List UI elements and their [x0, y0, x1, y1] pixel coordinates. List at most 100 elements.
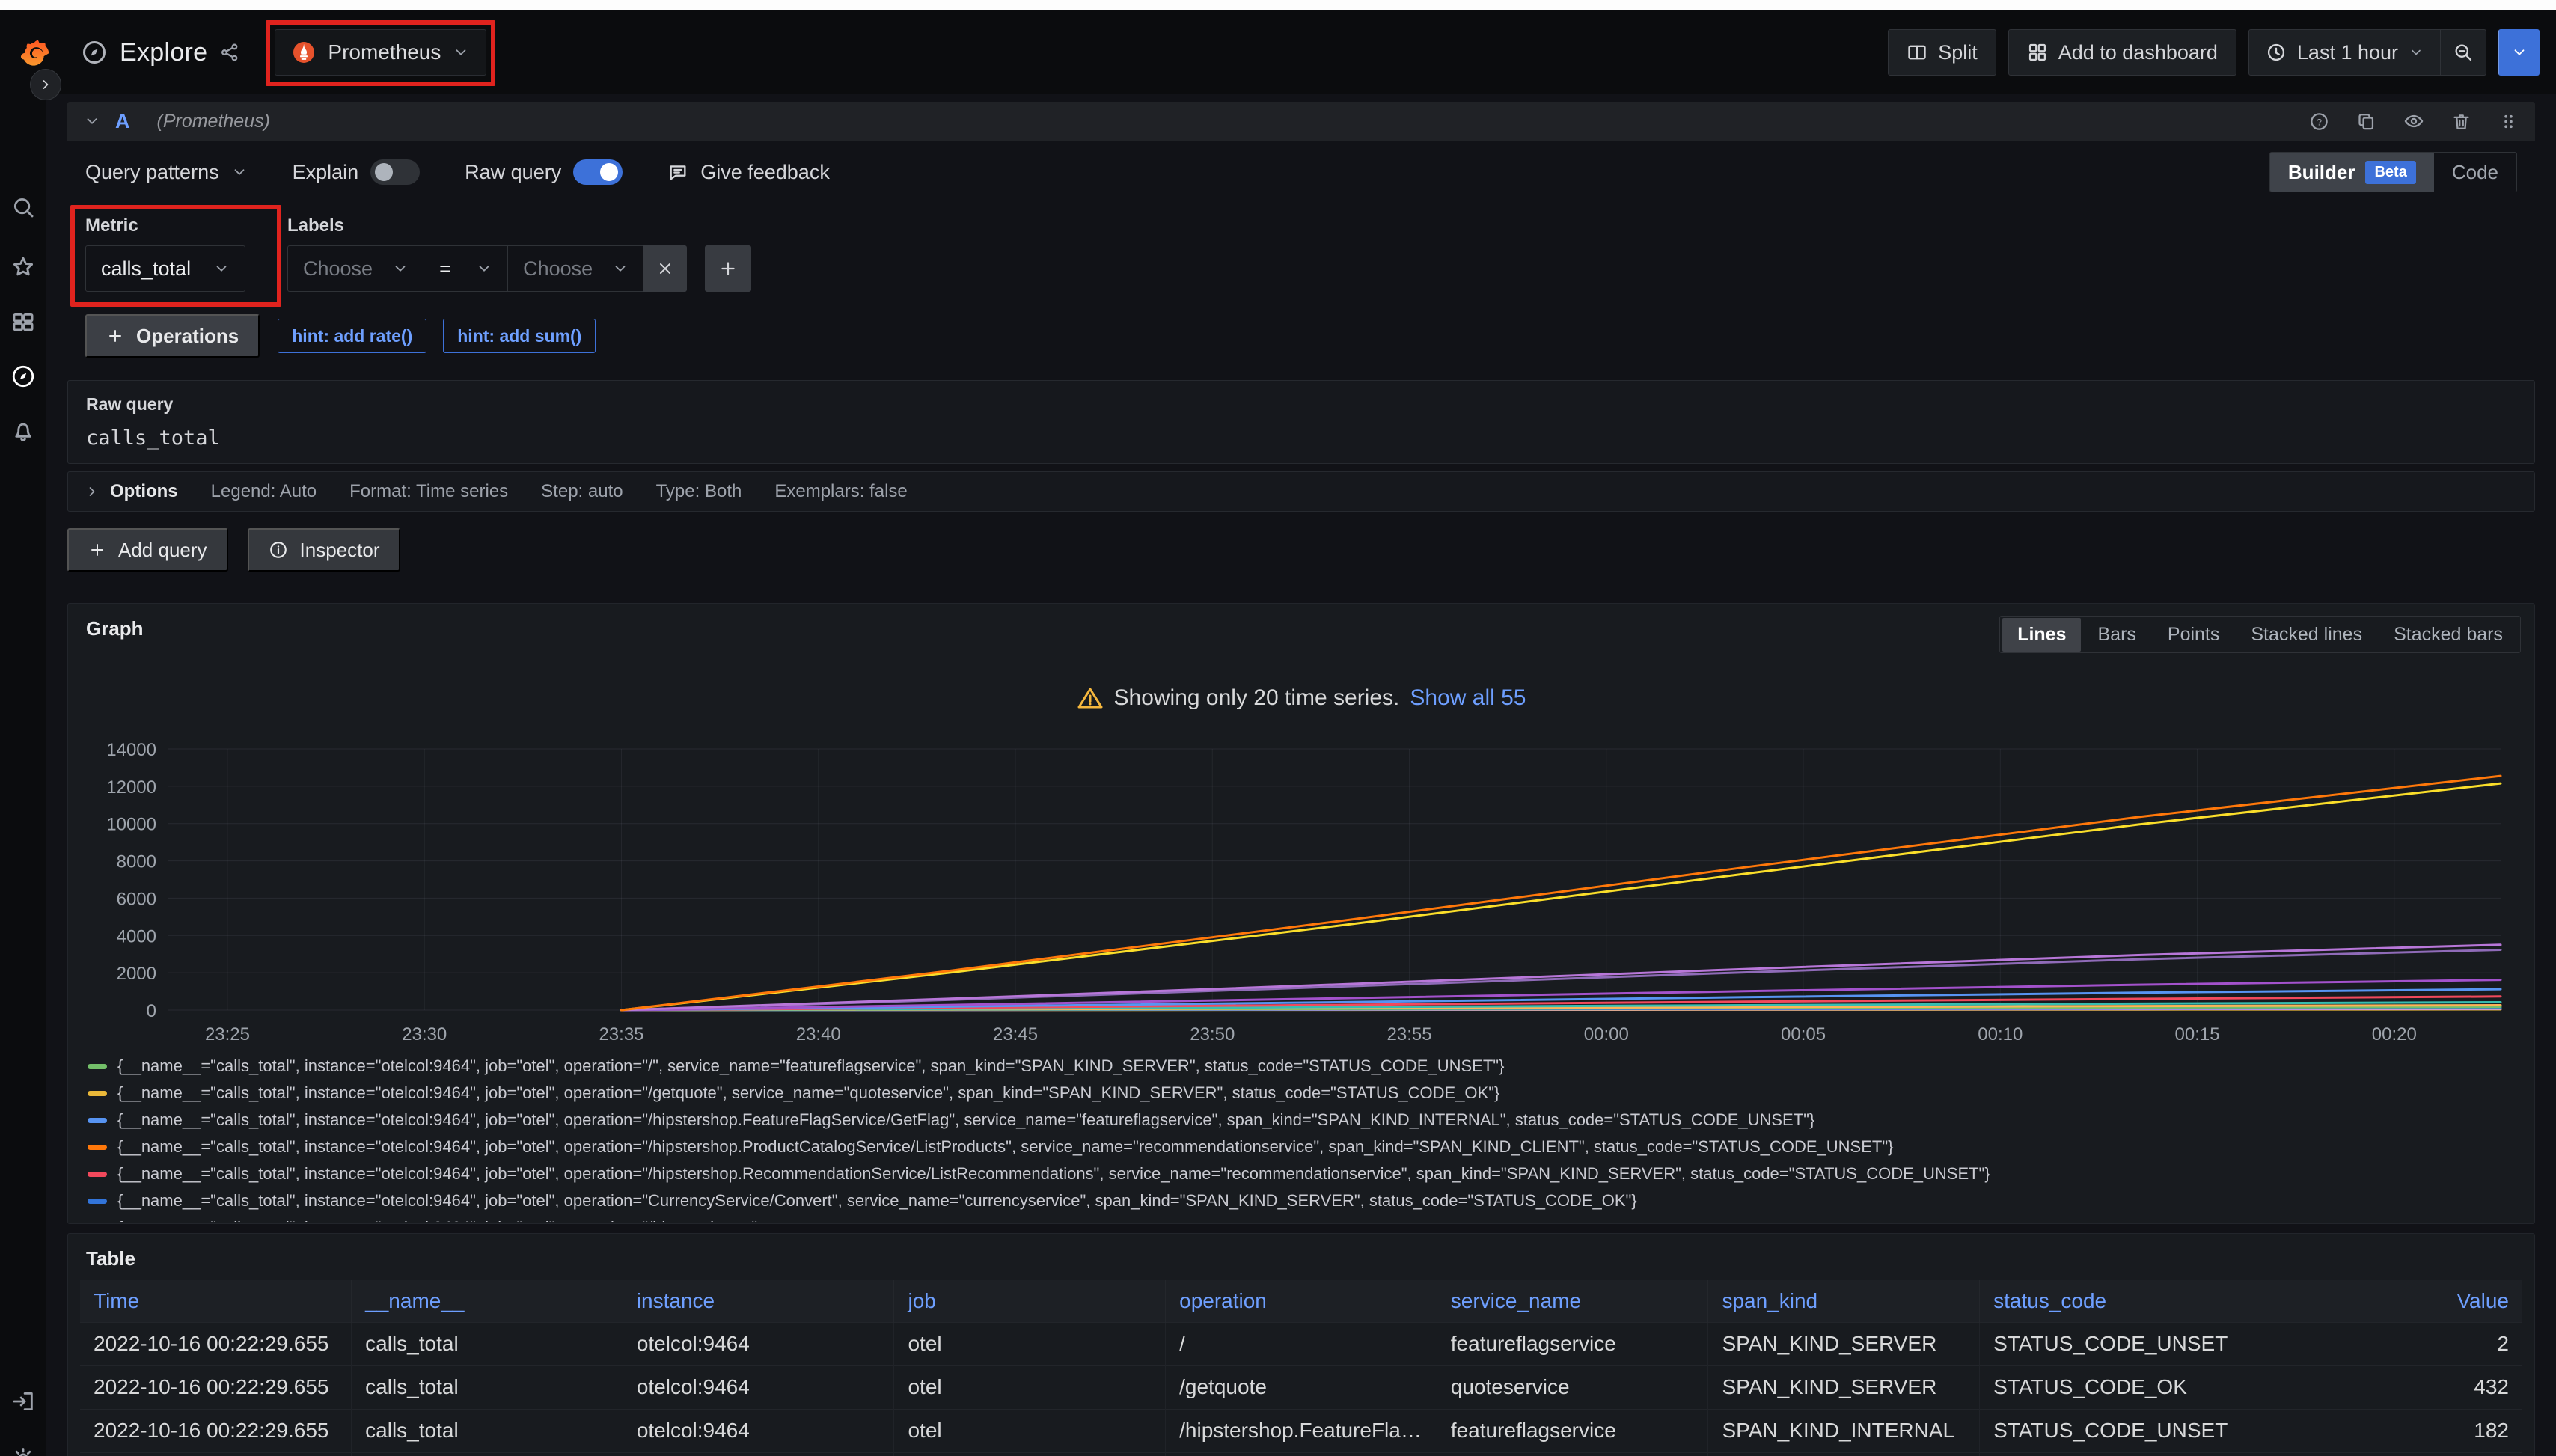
datasource-name: Prometheus: [328, 40, 441, 64]
column-header-instance[interactable]: instance: [623, 1280, 894, 1322]
time-range-button[interactable]: Last 1 hour: [2249, 30, 2440, 75]
search-icon[interactable]: [10, 195, 36, 220]
query-row-header[interactable]: A (Prometheus) ?: [67, 102, 2535, 141]
plus-icon: [88, 541, 106, 559]
legend-item-4[interactable]: {__name__="calls_total", instance="otelc…: [88, 1134, 2522, 1160]
svg-text:23:25: 23:25: [205, 1024, 250, 1044]
table-cell: /hipstershop.ProductCatalogS…: [1166, 1452, 1437, 1456]
copy-icon[interactable]: [2356, 111, 2376, 132]
builder-tab[interactable]: Builder Beta: [2270, 153, 2434, 192]
zoom-out-time-button[interactable]: [2440, 30, 2486, 75]
query-ref-id[interactable]: A: [115, 110, 130, 133]
table-cell: 2022-10-16 00:22:29.655: [80, 1409, 352, 1452]
compass-icon: [81, 39, 108, 66]
raw-query-label: Raw query: [465, 161, 561, 184]
explore-compass-icon[interactable]: [10, 364, 36, 389]
trash-icon[interactable]: [2451, 111, 2471, 132]
chevron-down-icon: [392, 260, 409, 277]
page-title: Explore: [120, 38, 207, 67]
hint-buttons: hint: add rate() hint: add sum(): [278, 319, 596, 353]
remove-label-filter-button[interactable]: [643, 245, 687, 292]
graph-mode-bars[interactable]: Bars: [2082, 618, 2150, 652]
table-row[interactable]: 2022-10-16 00:22:29.655calls_totalotelco…: [80, 1409, 2522, 1452]
svg-text:2000: 2000: [117, 964, 156, 984]
time-series-chart[interactable]: 0200040006000800010000120001400023:2523:…: [80, 729, 2508, 1047]
legend-item-3[interactable]: {__name__="calls_total", instance="otelc…: [88, 1107, 2522, 1134]
drag-handle-icon[interactable]: [2498, 111, 2519, 132]
star-icon[interactable]: [10, 254, 36, 280]
legend-item-6[interactable]: {__name__="calls_total", instance="otelc…: [88, 1187, 2522, 1214]
table-row[interactable]: 2022-10-16 00:22:29.655calls_totalotelco…: [80, 1365, 2522, 1409]
table-row[interactable]: 2022-10-16 00:22:29.655calls_totalotelco…: [80, 1452, 2522, 1456]
column-header-statuscode[interactable]: status_code: [1980, 1280, 2251, 1322]
legend-item-5[interactable]: {__name__="calls_total", instance="otelc…: [88, 1160, 2522, 1187]
grafana-logo-icon[interactable]: [18, 35, 52, 70]
table-cell: 432: [2251, 1365, 2522, 1409]
graph-mode-stacked-bars[interactable]: Stacked bars: [2379, 618, 2518, 652]
table-scroll-area[interactable]: Time__name__instancejoboperationservice_…: [80, 1280, 2522, 1456]
add-query-button[interactable]: Add query: [67, 528, 228, 572]
column-header-name[interactable]: __name__: [352, 1280, 623, 1322]
dashboards-icon[interactable]: [10, 310, 36, 335]
metric-label: Metric: [85, 215, 245, 236]
query-patterns-dropdown[interactable]: Query patterns: [85, 161, 248, 184]
column-header-job[interactable]: job: [894, 1280, 1166, 1322]
graph-mode-stacked-lines[interactable]: Stacked lines: [2236, 618, 2377, 652]
table-cell: otelcol:9464: [623, 1452, 894, 1456]
legend-label: {__name__="calls_total", instance="otelc…: [117, 1218, 757, 1222]
table-cell: calls_total: [352, 1322, 623, 1365]
column-header-servicename[interactable]: service_name: [1437, 1280, 1708, 1322]
metric-select[interactable]: calls_total: [85, 245, 245, 292]
svg-text:14000: 14000: [106, 740, 156, 760]
options-expander[interactable]: Options: [85, 481, 178, 502]
labels-label: Labels: [287, 215, 751, 236]
column-header-value[interactable]: Value: [2251, 1280, 2522, 1322]
table-cell: quoteservice: [1437, 1365, 1708, 1409]
label-value-select[interactable]: Choose: [507, 245, 643, 292]
help-circle-icon[interactable]: ?: [2309, 111, 2329, 132]
sidebar-expand-button[interactable]: [30, 69, 61, 100]
raw-query-toggle[interactable]: [573, 159, 623, 185]
show-all-series-link[interactable]: Show all 55: [1410, 685, 1526, 711]
code-tab[interactable]: Code: [2434, 153, 2516, 192]
share-icon[interactable]: [219, 42, 240, 63]
table-cell: 2022-10-16 00:22:29.655: [80, 1322, 352, 1365]
label-operator-select[interactable]: =: [424, 245, 507, 292]
table-cell: STATUS_CODE_UNSET: [1980, 1452, 2251, 1456]
eye-icon[interactable]: [2403, 111, 2424, 132]
label-key-select[interactable]: Choose: [287, 245, 424, 292]
table-cell: calls_total: [352, 1365, 623, 1409]
table-header-row: Time__name__instancejoboperationservice_…: [80, 1280, 2522, 1322]
query-options-strip: Options Legend: AutoFormat: Time seriesS…: [67, 471, 2535, 512]
inspector-button[interactable]: Inspector: [248, 528, 401, 572]
table-row[interactable]: 2022-10-16 00:22:29.655calls_totalotelco…: [80, 1322, 2522, 1365]
column-header-time[interactable]: Time: [80, 1280, 352, 1322]
legend-item-2[interactable]: {__name__="calls_total", instance="otelc…: [88, 1080, 2522, 1107]
column-header-operation[interactable]: operation: [1166, 1280, 1437, 1322]
add-operation-button[interactable]: Operations: [85, 314, 260, 358]
column-header-spankind[interactable]: span_kind: [1708, 1280, 1980, 1322]
query-hint-button-2[interactable]: hint: add sum(): [443, 319, 596, 353]
sign-in-icon[interactable]: [10, 1389, 36, 1414]
explain-toggle[interactable]: [370, 159, 420, 185]
chart-legend: {__name__="calls_total", instance="otelc…: [88, 1053, 2522, 1222]
table-cell: featureflagservice: [1437, 1322, 1708, 1365]
graph-mode-lines[interactable]: Lines: [2002, 618, 2081, 652]
split-button[interactable]: Split: [1888, 29, 1996, 76]
give-feedback-link[interactable]: Give feedback: [667, 161, 830, 184]
table-cell: 2022-10-16 00:22:29.655: [80, 1365, 352, 1409]
datasource-picker[interactable]: Prometheus: [275, 29, 486, 76]
gear-icon[interactable]: [10, 1446, 36, 1456]
legend-item-7-partial[interactable]: {__name__="calls_total", instance="otelc…: [88, 1214, 2522, 1222]
add-label-filter-button[interactable]: [705, 245, 751, 292]
comment-icon: [667, 162, 688, 183]
table-cell: SPAN_KIND_INTERNAL: [1708, 1409, 1980, 1452]
bell-icon[interactable]: [10, 419, 36, 444]
query-hint-button-1[interactable]: hint: add rate(): [278, 319, 426, 353]
legend-item-1[interactable]: {__name__="calls_total", instance="otelc…: [88, 1053, 2522, 1080]
datasource-picker-wrap: Prometheus: [275, 29, 486, 76]
graph-mode-points[interactable]: Points: [2153, 618, 2234, 652]
option-summary-item: Legend: Auto: [211, 481, 317, 502]
run-query-caret-button[interactable]: [2498, 29, 2540, 76]
add-to-dashboard-button[interactable]: Add to dashboard: [2008, 29, 2236, 76]
